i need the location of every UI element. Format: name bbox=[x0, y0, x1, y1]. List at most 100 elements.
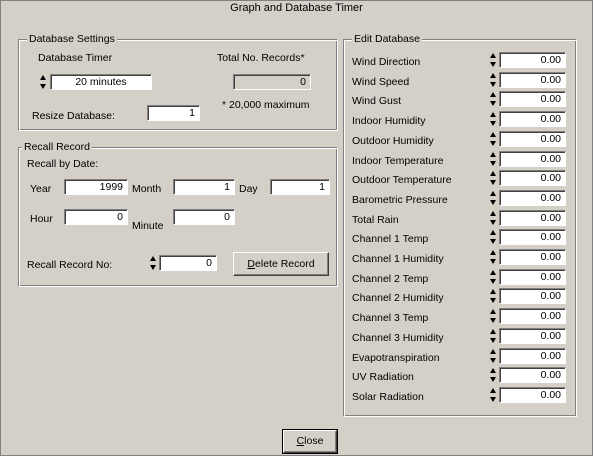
edit-database-row-spinner[interactable] bbox=[489, 269, 498, 285]
spin-up-arrow-icon[interactable] bbox=[489, 111, 498, 118]
edit-database-row-spinner[interactable] bbox=[489, 348, 498, 364]
edit-database-row-value[interactable]: 0.00 bbox=[499, 130, 566, 147]
delete-record-button[interactable]: Delete Record bbox=[233, 252, 329, 276]
total-records-field: 0 bbox=[233, 74, 311, 90]
minute-label: Minute bbox=[132, 220, 164, 232]
spin-up-arrow-icon[interactable] bbox=[489, 210, 498, 217]
edit-database-row-value[interactable]: 0.00 bbox=[499, 268, 566, 285]
spin-up-arrow-icon[interactable] bbox=[489, 308, 498, 315]
edit-database-row-label: UV Radiation bbox=[352, 371, 414, 384]
spin-up-arrow-icon[interactable] bbox=[149, 255, 158, 262]
spin-down-arrow-icon[interactable] bbox=[489, 61, 498, 68]
spin-up-arrow-icon[interactable] bbox=[489, 348, 498, 355]
edit-database-row-value[interactable]: 0.00 bbox=[499, 347, 566, 364]
edit-database-row-spinner[interactable] bbox=[489, 52, 498, 68]
edit-database-row-value[interactable]: 0.00 bbox=[499, 150, 566, 167]
edit-database-row-value[interactable]: 0.00 bbox=[499, 170, 566, 187]
edit-database-row-spinner[interactable] bbox=[489, 210, 498, 226]
edit-database-row-value[interactable]: 0.00 bbox=[499, 71, 566, 88]
year-field[interactable]: 1999 bbox=[64, 179, 128, 195]
spin-down-arrow-icon[interactable] bbox=[489, 258, 498, 265]
spin-up-arrow-icon[interactable] bbox=[489, 269, 498, 276]
spin-down-arrow-icon[interactable] bbox=[489, 396, 498, 403]
day-field[interactable]: 1 bbox=[270, 179, 330, 195]
close-button[interactable]: Close bbox=[282, 429, 338, 454]
edit-database-row: Total Rain 0.00 bbox=[344, 209, 584, 226]
spin-up-arrow-icon[interactable] bbox=[489, 367, 498, 374]
spin-down-arrow-icon[interactable] bbox=[489, 179, 498, 186]
edit-database-row-label: Wind Direction bbox=[352, 56, 421, 68]
resize-database-field[interactable]: 1 bbox=[147, 105, 200, 121]
spin-down-arrow-icon[interactable] bbox=[489, 140, 498, 147]
edit-database-row-value[interactable]: 0.00 bbox=[499, 327, 566, 344]
edit-database-row-spinner[interactable] bbox=[489, 288, 498, 304]
spin-up-arrow-icon[interactable] bbox=[489, 328, 498, 335]
spin-up-arrow-icon[interactable] bbox=[489, 387, 498, 394]
spin-up-arrow-icon[interactable] bbox=[489, 229, 498, 236]
spin-down-arrow-icon[interactable] bbox=[489, 199, 498, 206]
spin-up-arrow-icon[interactable] bbox=[489, 190, 498, 197]
close-label-rest: lose bbox=[304, 435, 324, 447]
spin-up-arrow-icon[interactable] bbox=[489, 288, 498, 295]
spin-up-arrow-icon[interactable] bbox=[489, 151, 498, 158]
edit-database-row-value[interactable]: 0.00 bbox=[499, 91, 566, 108]
edit-database-row-value[interactable]: 0.00 bbox=[499, 386, 566, 403]
edit-database-row-spinner[interactable] bbox=[489, 91, 498, 107]
edit-database-row-spinner[interactable] bbox=[489, 367, 498, 383]
spin-up-arrow-icon[interactable] bbox=[489, 52, 498, 59]
edit-database-row-value[interactable]: 0.00 bbox=[499, 229, 566, 246]
database-timer-field[interactable]: 20 minutes bbox=[50, 74, 152, 90]
edit-database-row-spinner[interactable] bbox=[489, 131, 498, 147]
edit-database-row-spinner[interactable] bbox=[489, 170, 498, 186]
spin-down-arrow-icon[interactable] bbox=[489, 376, 498, 383]
edit-database-row-value[interactable]: 0.00 bbox=[499, 288, 566, 305]
recall-record-group: Recall Record Recall by Date: Year 1999 … bbox=[18, 141, 338, 287]
spin-down-arrow-icon[interactable] bbox=[489, 120, 498, 127]
spin-down-arrow-icon[interactable] bbox=[489, 297, 498, 304]
hour-field[interactable]: 0 bbox=[64, 209, 128, 225]
spin-down-arrow-icon[interactable] bbox=[489, 100, 498, 107]
minute-field[interactable]: 0 bbox=[173, 209, 235, 225]
spin-down-arrow-icon[interactable] bbox=[149, 264, 158, 271]
spin-up-arrow-icon[interactable] bbox=[39, 74, 48, 81]
edit-database-row-value[interactable]: 0.00 bbox=[499, 189, 566, 206]
edit-database-row-spinner[interactable] bbox=[489, 190, 498, 206]
recall-record-no-spinner[interactable] bbox=[149, 255, 158, 271]
spin-down-arrow-icon[interactable] bbox=[489, 357, 498, 364]
spin-down-arrow-icon[interactable] bbox=[489, 337, 498, 344]
edit-database-row: Indoor Humidity 0.00 bbox=[344, 110, 584, 128]
edit-database-row-value[interactable]: 0.00 bbox=[499, 367, 566, 384]
edit-database-row-value[interactable]: 0.00 bbox=[499, 111, 566, 128]
spin-down-arrow-icon[interactable] bbox=[489, 160, 498, 167]
edit-database-row-spinner[interactable] bbox=[489, 308, 498, 324]
edit-database-row: UV Radiation 0.00 bbox=[344, 366, 584, 384]
spin-up-arrow-icon[interactable] bbox=[489, 91, 498, 98]
edit-database-row-spinner[interactable] bbox=[489, 229, 498, 245]
edit-database-row-spinner[interactable] bbox=[489, 328, 498, 344]
recall-by-date-label: Recall by Date: bbox=[27, 158, 99, 170]
spin-down-arrow-icon[interactable] bbox=[489, 81, 498, 88]
spin-down-arrow-icon[interactable] bbox=[489, 219, 498, 226]
edit-database-row-spinner[interactable] bbox=[489, 151, 498, 167]
spin-up-arrow-icon[interactable] bbox=[489, 131, 498, 138]
edit-database-row-spinner[interactable] bbox=[489, 387, 498, 403]
spin-down-arrow-icon[interactable] bbox=[489, 278, 498, 285]
spin-up-arrow-icon[interactable] bbox=[489, 249, 498, 256]
database-timer-spinner[interactable] bbox=[39, 74, 48, 90]
edit-database-row-value[interactable]: 0.00 bbox=[499, 249, 566, 265]
edit-database-row: Indoor Temperature 0.00 bbox=[344, 150, 584, 167]
spin-up-arrow-icon[interactable] bbox=[489, 170, 498, 177]
spin-down-arrow-icon[interactable] bbox=[489, 317, 498, 324]
month-field[interactable]: 1 bbox=[173, 179, 235, 195]
edit-database-row-value[interactable]: 0.00 bbox=[499, 308, 566, 325]
edit-database-row-value[interactable]: 0.00 bbox=[499, 209, 566, 226]
spin-down-arrow-icon[interactable] bbox=[39, 83, 48, 90]
recall-record-no-field[interactable]: 0 bbox=[159, 255, 217, 271]
edit-database-row-label: Wind Gust bbox=[352, 95, 402, 108]
spin-up-arrow-icon[interactable] bbox=[489, 72, 498, 79]
spin-down-arrow-icon[interactable] bbox=[489, 238, 498, 245]
edit-database-row-value[interactable]: 0.00 bbox=[499, 52, 566, 68]
edit-database-row-spinner[interactable] bbox=[489, 111, 498, 127]
edit-database-row-spinner[interactable] bbox=[489, 249, 498, 265]
edit-database-row-spinner[interactable] bbox=[489, 72, 498, 88]
